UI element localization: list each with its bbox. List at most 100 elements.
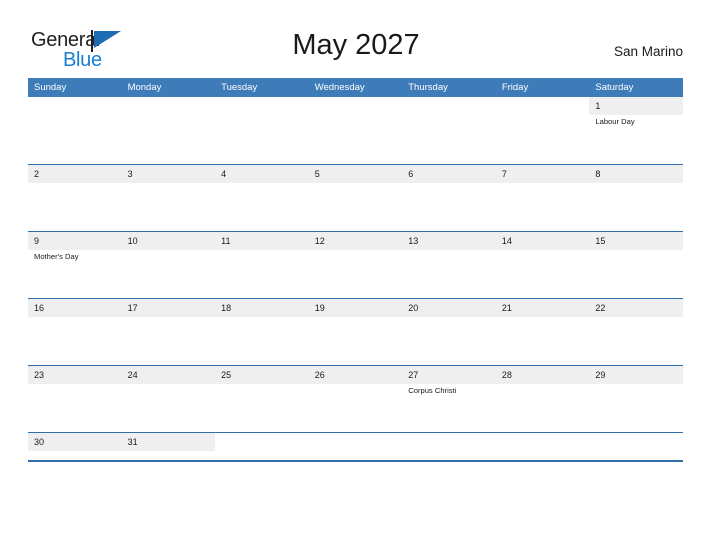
date-band xyxy=(496,433,590,451)
date-number: 20 xyxy=(408,303,419,313)
date-band xyxy=(28,165,122,183)
weekday-header-monday: Monday xyxy=(127,82,162,93)
date-number: 23 xyxy=(34,370,45,380)
calendar-day-cell[interactable]: 7 xyxy=(495,165,590,231)
date-number: 27 xyxy=(408,370,419,380)
date-band xyxy=(122,97,216,115)
calendar-day-cell-empty xyxy=(215,433,309,460)
weekday-header-sunday: Sunday xyxy=(34,82,67,93)
calendar-day-cell[interactable]: 29 xyxy=(589,366,683,432)
calendar-day-cell[interactable]: 4 xyxy=(215,165,309,231)
calendar-day-cell[interactable]: 25 xyxy=(215,366,309,432)
date-band xyxy=(402,433,496,451)
date-number: 26 xyxy=(314,370,325,380)
calendar-day-cell-empty xyxy=(215,97,309,164)
calendar-day-cell-empty xyxy=(121,97,216,164)
event-list: Labour Day xyxy=(595,116,680,127)
calendar-day-cell[interactable]: 24 xyxy=(121,366,216,432)
calendar-day-cell-empty xyxy=(402,433,496,460)
date-band xyxy=(309,97,403,115)
calendar-event[interactable]: Mother's Day xyxy=(34,251,119,262)
calendar-day-cell-empty xyxy=(402,97,496,164)
date-number: 30 xyxy=(34,437,45,447)
calendar-day-cell[interactable]: 1 Labour Day xyxy=(589,97,683,164)
calendar-week-row: 16 17 18 19 20 21 22 xyxy=(28,298,683,365)
weekday-header-tuesday: Tuesday xyxy=(221,82,258,93)
date-band xyxy=(402,97,496,115)
calendar-event[interactable]: Labour Day xyxy=(595,116,680,127)
calendar-day-cell[interactable]: 3 xyxy=(121,165,216,231)
date-number: 31 xyxy=(127,437,138,447)
calendar-bottom-rule xyxy=(28,460,683,462)
date-number: 13 xyxy=(408,236,419,246)
calendar-day-cell[interactable]: 8 xyxy=(589,165,683,231)
calendar-weeks: 1 Labour Day 2 3 4 5 6 7 8 9 Mother's Day 10 11 12 13 1… xyxy=(28,97,683,460)
calendar-week-row: 30 31 xyxy=(28,432,683,460)
date-band xyxy=(215,97,309,115)
calendar-grid: Sunday Monday Tuesday Wednesday Thursday… xyxy=(28,78,683,460)
calendar-day-cell[interactable]: 14 xyxy=(495,232,590,298)
date-number: 1 xyxy=(595,101,601,111)
calendar-page: General Blue May 2027 San Marino Sunday … xyxy=(0,0,712,550)
calendar-day-cell[interactable]: 10 xyxy=(121,232,216,298)
calendar-day-cell[interactable]: 12 xyxy=(308,232,403,298)
weekday-header-friday: Friday xyxy=(501,82,529,93)
calendar-day-cell[interactable]: 13 xyxy=(402,232,496,298)
date-band xyxy=(28,97,122,115)
date-band xyxy=(495,165,590,183)
page-header: General Blue May 2027 San Marino xyxy=(0,0,712,76)
calendar-day-cell[interactable]: 5 xyxy=(308,165,403,231)
date-number: 24 xyxy=(127,370,138,380)
date-number: 19 xyxy=(314,303,325,313)
date-number: 5 xyxy=(314,169,320,179)
date-band xyxy=(121,165,216,183)
calendar-week-row: 9 Mother's Day 10 11 12 13 14 15 xyxy=(28,231,683,298)
event-list: Mother's Day xyxy=(34,251,119,262)
date-band xyxy=(589,165,683,183)
calendar-event[interactable]: Corpus Christi xyxy=(408,385,493,396)
date-number: 3 xyxy=(127,169,133,179)
calendar-day-cell[interactable]: 23 xyxy=(28,366,122,432)
date-number: 12 xyxy=(314,236,325,246)
date-number: 6 xyxy=(408,169,414,179)
calendar-week-row: 2 3 4 5 6 7 8 xyxy=(28,164,683,231)
calendar-day-cell[interactable]: 27 Corpus Christi xyxy=(402,366,496,432)
calendar-day-cell[interactable]: 15 xyxy=(589,232,683,298)
date-band xyxy=(215,165,309,183)
date-number: 22 xyxy=(595,303,606,313)
calendar-day-cell[interactable]: 22 xyxy=(589,299,683,365)
date-number: 2 xyxy=(34,169,40,179)
event-list: Corpus Christi xyxy=(408,385,493,396)
weekday-header-saturday: Saturday xyxy=(595,82,634,93)
date-band xyxy=(496,97,590,115)
date-number: 10 xyxy=(127,236,138,246)
date-number: 7 xyxy=(501,169,507,179)
calendar-day-cell[interactable]: 30 xyxy=(28,433,122,460)
calendar-day-cell-empty xyxy=(495,97,590,164)
calendar-day-cell[interactable]: 31 xyxy=(121,433,216,460)
date-number: 25 xyxy=(221,370,232,380)
calendar-day-cell-empty xyxy=(495,433,590,460)
weekday-header-row: Sunday Monday Tuesday Wednesday Thursday… xyxy=(28,78,683,97)
calendar-day-cell[interactable]: 28 xyxy=(495,366,590,432)
calendar-day-cell[interactable]: 16 xyxy=(28,299,122,365)
calendar-day-cell[interactable]: 19 xyxy=(308,299,403,365)
calendar-day-cell[interactable]: 26 xyxy=(308,366,403,432)
calendar-day-cell[interactable]: 21 xyxy=(495,299,590,365)
calendar-day-cell[interactable]: 11 xyxy=(215,232,309,298)
calendar-day-cell[interactable]: 17 xyxy=(121,299,216,365)
calendar-week-row: 23 24 25 26 27 Corpus Christi 28 29 xyxy=(28,365,683,432)
date-band xyxy=(589,97,683,115)
weekday-header-thursday: Thursday xyxy=(408,82,448,93)
calendar-day-cell[interactable]: 20 xyxy=(402,299,496,365)
date-number: 4 xyxy=(221,169,227,179)
date-number: 14 xyxy=(501,236,512,246)
calendar-day-cell-empty xyxy=(308,97,403,164)
calendar-day-cell[interactable]: 2 xyxy=(28,165,122,231)
calendar-day-cell[interactable]: 18 xyxy=(215,299,309,365)
calendar-day-cell[interactable]: 9 Mother's Day xyxy=(28,232,122,298)
date-band xyxy=(308,165,403,183)
calendar-day-cell[interactable]: 6 xyxy=(402,165,496,231)
date-number: 29 xyxy=(595,370,606,380)
date-number: 17 xyxy=(127,303,138,313)
